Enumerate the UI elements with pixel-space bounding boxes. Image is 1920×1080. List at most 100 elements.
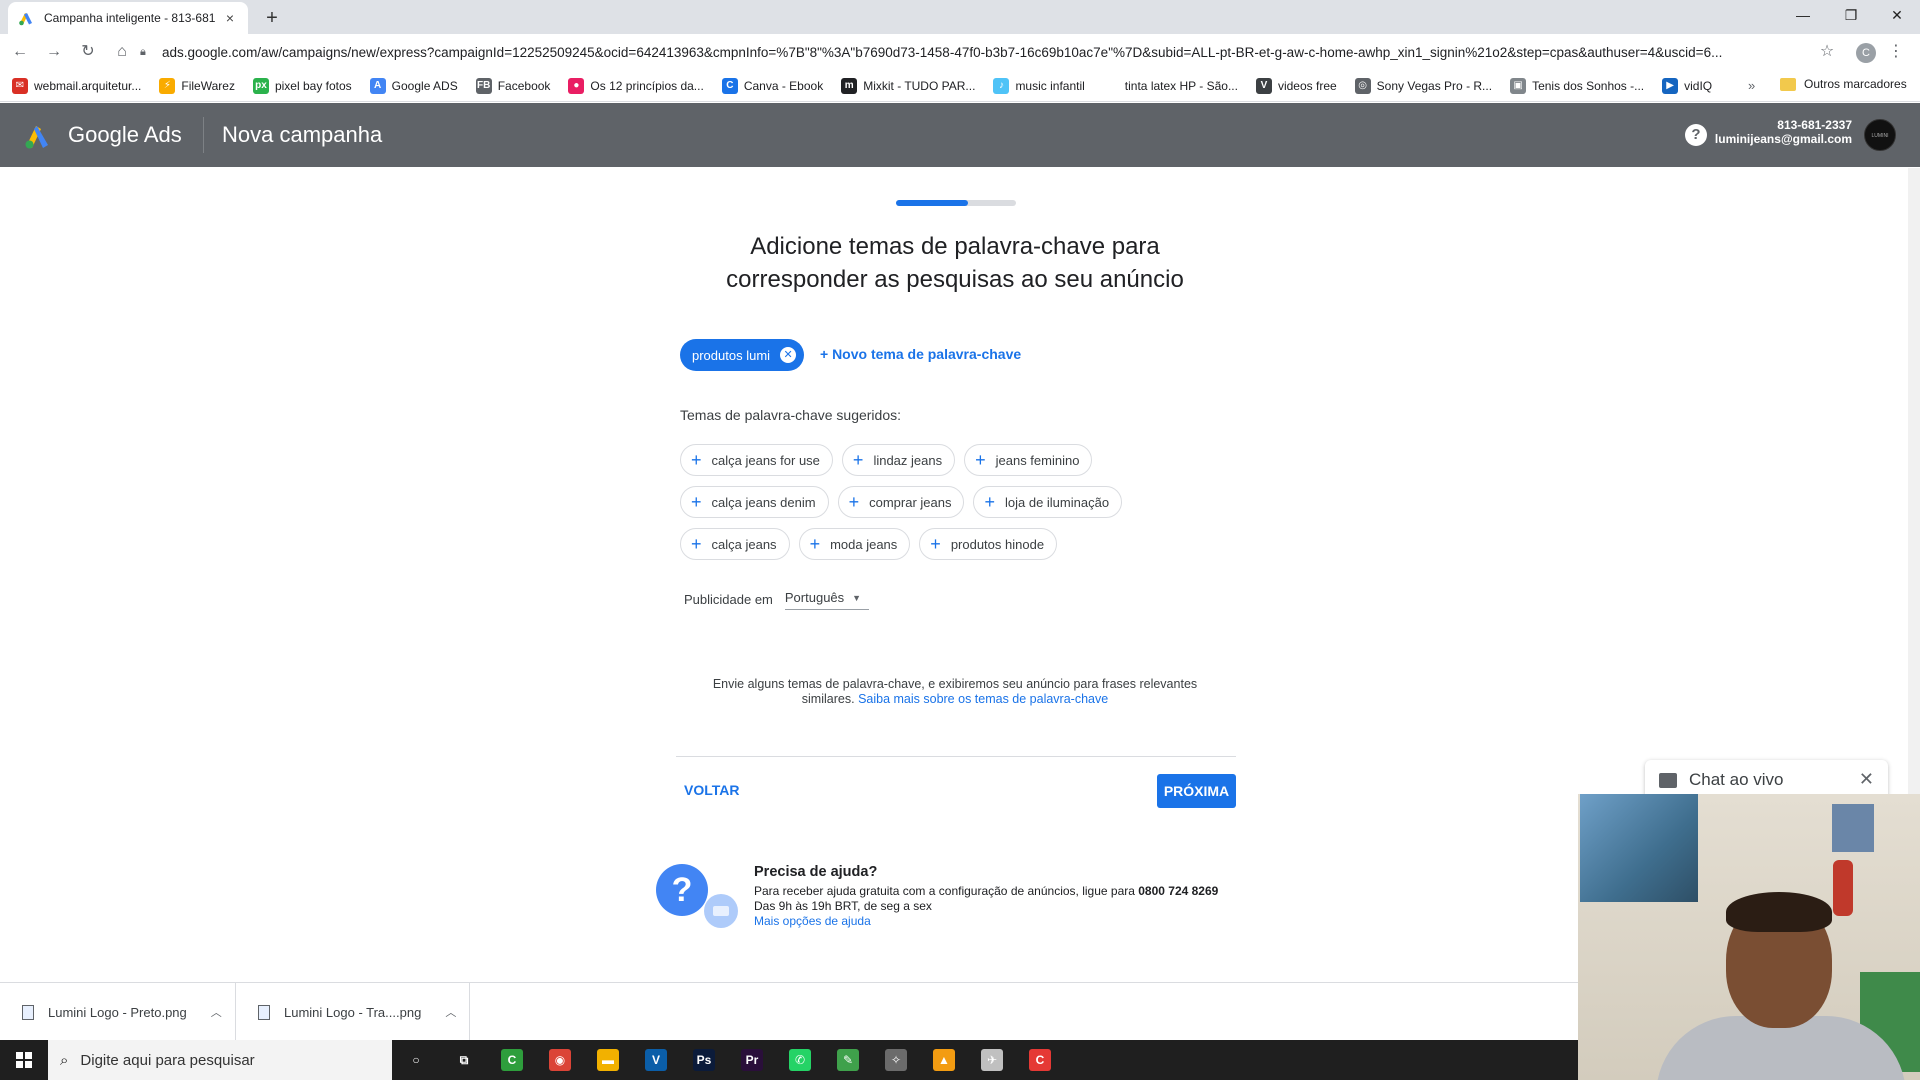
help-line-1: Para receber ajuda gratuita com a config… bbox=[754, 884, 1135, 898]
suggested-keyword-label: comprar jeans bbox=[869, 494, 952, 510]
plus-icon: + bbox=[809, 534, 821, 554]
headline-line-2: corresponder as pesquisas ao seu anúncio bbox=[726, 266, 1184, 293]
browser-tab-active[interactable]: Campanha inteligente - 813-681 × bbox=[8, 2, 248, 34]
taskbar-camtasia-recorder-icon[interactable]: C bbox=[1016, 1040, 1064, 1080]
taskbar-green-app-icon[interactable]: ✎ bbox=[824, 1040, 872, 1080]
new-tab-button[interactable]: + bbox=[258, 4, 286, 32]
bookmark-item[interactable]: ◎ Sony Vegas Pro - R... bbox=[1354, 77, 1492, 94]
back-button[interactable]: VOLTAR bbox=[684, 782, 739, 798]
bookmark-favicon-icon: V bbox=[1255, 77, 1272, 94]
account-avatar[interactable]: LUMINI bbox=[1864, 119, 1896, 151]
more-help-options-link[interactable]: Mais opções de ajuda bbox=[754, 914, 871, 928]
taskbar-tool-app-icon[interactable]: ✧ bbox=[872, 1040, 920, 1080]
plus-icon: + bbox=[691, 534, 702, 554]
tab-close-icon[interactable]: × bbox=[222, 10, 238, 26]
close-window-icon[interactable]: ✕ bbox=[1874, 0, 1920, 30]
bookmark-label: tinta latex HP - São... bbox=[1124, 78, 1238, 93]
bookmark-item[interactable]: ▣ Tenis dos Sonhos -... bbox=[1510, 77, 1644, 94]
taskbar-app-glyph: ✧ bbox=[885, 1049, 907, 1071]
taskbar-photoshop-icon[interactable]: Ps bbox=[680, 1040, 728, 1080]
bookmark-star-icon[interactable]: ☆ bbox=[1815, 38, 1839, 66]
address-bar[interactable]: 🔒︎ ads.google.com/aw/campaigns/new/expre… bbox=[140, 38, 1820, 66]
bookmarks-overflow-icon[interactable]: » bbox=[1748, 78, 1755, 93]
taskbar-cortana-icon[interactable]: ○ bbox=[392, 1040, 440, 1080]
help-section: ? Precisa de ajuda? Para receber ajuda g… bbox=[656, 864, 1276, 928]
taskbar-camtasia-icon[interactable]: C bbox=[488, 1040, 536, 1080]
taskbar-vegas-icon[interactable]: V bbox=[632, 1040, 680, 1080]
webcam-overlay bbox=[1578, 794, 1920, 1080]
bookmark-item[interactable]: FB Facebook bbox=[475, 77, 550, 94]
add-keyword-theme-link[interactable]: + Novo tema de palavra-chave bbox=[820, 346, 1021, 362]
taskbar-file-explorer-icon[interactable]: ▬ bbox=[584, 1040, 632, 1080]
bookmark-favicon-icon: ⚡ bbox=[159, 77, 176, 94]
bookmark-item[interactable]: m Mixkit - TUDO PAR... bbox=[841, 77, 975, 94]
taskbar-search[interactable]: ⌕ Digite aqui para pesquisar bbox=[48, 1040, 392, 1080]
taskbar-app-glyph: ⧉ bbox=[459, 1053, 469, 1067]
download-item[interactable]: Lumini Logo - Tra....png ︿ bbox=[236, 983, 470, 1041]
home-icon[interactable]: ⌂ bbox=[108, 38, 136, 66]
bookmark-item[interactable]: Vvideos free bbox=[1255, 77, 1337, 94]
suggested-keyword-chip[interactable]: + calça jeans bbox=[680, 528, 790, 560]
taskbar-task-view-icon[interactable]: ⧉ bbox=[440, 1040, 488, 1080]
chevron-up-icon[interactable]: ︿ bbox=[445, 1004, 456, 1020]
bookmark-item[interactable]: ▶ vidIQ bbox=[1662, 77, 1712, 94]
language-value: Português bbox=[784, 590, 845, 605]
taskbar-whatsapp-icon[interactable]: ✆ bbox=[776, 1040, 824, 1080]
taskbar-vlc-icon[interactable]: ▲ bbox=[920, 1040, 968, 1080]
bookmark-favicon-icon bbox=[1102, 77, 1119, 94]
download-item[interactable]: Lumini Logo - Preto.png ︿ bbox=[0, 983, 236, 1041]
reload-icon[interactable]: ↻ bbox=[74, 38, 102, 66]
suggested-keyword-chip[interactable]: + calça jeans for use bbox=[680, 444, 833, 476]
plus-icon: + bbox=[691, 450, 702, 470]
suggested-keyword-chip[interactable]: + comprar jeans bbox=[837, 486, 965, 518]
taskbar-app-glyph: ○ bbox=[412, 1053, 420, 1067]
help-phone-number[interactable]: 0800 724 8269 bbox=[1138, 884, 1218, 898]
bookmark-item[interactable]: ⚡ FileWarez bbox=[159, 77, 235, 94]
bookmark-favicon-icon: ▣ bbox=[1510, 77, 1527, 94]
taskbar-premiere-icon[interactable]: Pr bbox=[728, 1040, 776, 1080]
forward-arrow-icon[interactable]: → bbox=[40, 38, 68, 66]
taskbar-search-placeholder: Digite aqui para pesquisar bbox=[80, 1051, 255, 1069]
wizard-progress-bar bbox=[896, 200, 1016, 206]
suggested-keyword-chip[interactable]: + produtos hinode bbox=[919, 528, 1058, 560]
bookmark-item[interactable]: tinta latex HP - São... bbox=[1102, 77, 1238, 94]
taskbar-app-glyph: ✆ bbox=[789, 1049, 811, 1071]
bookmark-item[interactable]: C Canva - Ebook bbox=[721, 77, 823, 94]
minimize-window-icon[interactable]: — bbox=[1780, 0, 1826, 30]
bookmark-item[interactable]: ♪ music infantil bbox=[993, 77, 1085, 94]
chevron-up-icon[interactable]: ︿ bbox=[211, 1004, 222, 1020]
suggested-keyword-chip[interactable]: + calça jeans denim bbox=[680, 486, 829, 518]
back-arrow-icon[interactable]: ← bbox=[6, 38, 34, 66]
help-chat-bubble-icon bbox=[704, 894, 738, 928]
suggested-keyword-chip[interactable]: + moda jeans bbox=[798, 528, 911, 560]
selected-keyword-chip[interactable]: produtos lumi ✕ bbox=[680, 339, 805, 371]
tab-title: Campanha inteligente - 813-681 bbox=[44, 11, 216, 25]
taskbar-app-glyph: V bbox=[645, 1049, 667, 1071]
suggested-keyword-chip[interactable]: + loja de iluminação bbox=[973, 486, 1123, 518]
restore-window-icon[interactable]: ❐ bbox=[1828, 0, 1874, 30]
suggested-keyword-chip[interactable]: + lindaz jeans bbox=[841, 444, 956, 476]
bookmarks-bar: ✉ webmail.arquitetur... ⚡ FileWarez px pixel … bbox=[0, 70, 1920, 102]
profile-avatar[interactable]: C bbox=[1856, 43, 1876, 63]
learn-more-link[interactable]: Saiba mais sobre os temas de palavra-cha… bbox=[858, 692, 1108, 706]
browser-menu-icon[interactable]: ⋮ bbox=[1888, 38, 1904, 66]
suggested-keyword-label: moda jeans bbox=[830, 536, 898, 552]
other-bookmarks-folder[interactable]: Outros marcadores bbox=[1780, 77, 1907, 91]
suggested-keyword-chip[interactable]: + jeans feminino bbox=[964, 444, 1093, 476]
taskbar-app-glyph: C bbox=[501, 1049, 523, 1071]
close-chat-icon[interactable]: ✕ bbox=[1859, 769, 1874, 790]
bookmark-item[interactable]: px pixel bay fotos bbox=[252, 77, 352, 94]
taskbar-chrome-icon[interactable]: ◉ bbox=[536, 1040, 584, 1080]
taskbar-rocket-app-icon[interactable]: ✈ bbox=[968, 1040, 1016, 1080]
bookmark-item[interactable]: ✉ webmail.arquitetur... bbox=[12, 77, 141, 94]
bookmark-item[interactable]: A Google ADS bbox=[369, 77, 458, 94]
bookmark-item[interactable]: ● Os 12 princípios da... bbox=[568, 77, 704, 94]
language-select[interactable]: Português ▼ bbox=[784, 588, 869, 610]
remove-chip-icon[interactable]: ✕ bbox=[780, 347, 797, 363]
windows-start-icon[interactable] bbox=[0, 1040, 48, 1080]
taskbar-app-glyph: ✈ bbox=[981, 1049, 1003, 1071]
plus-icon: + bbox=[975, 450, 986, 470]
next-button[interactable]: PRÓXIMA bbox=[1157, 774, 1236, 808]
search-icon: ⌕ bbox=[60, 1051, 69, 1069]
account-info[interactable]: 813-681-2337 luminijeans@gmail.com bbox=[1700, 118, 1852, 146]
